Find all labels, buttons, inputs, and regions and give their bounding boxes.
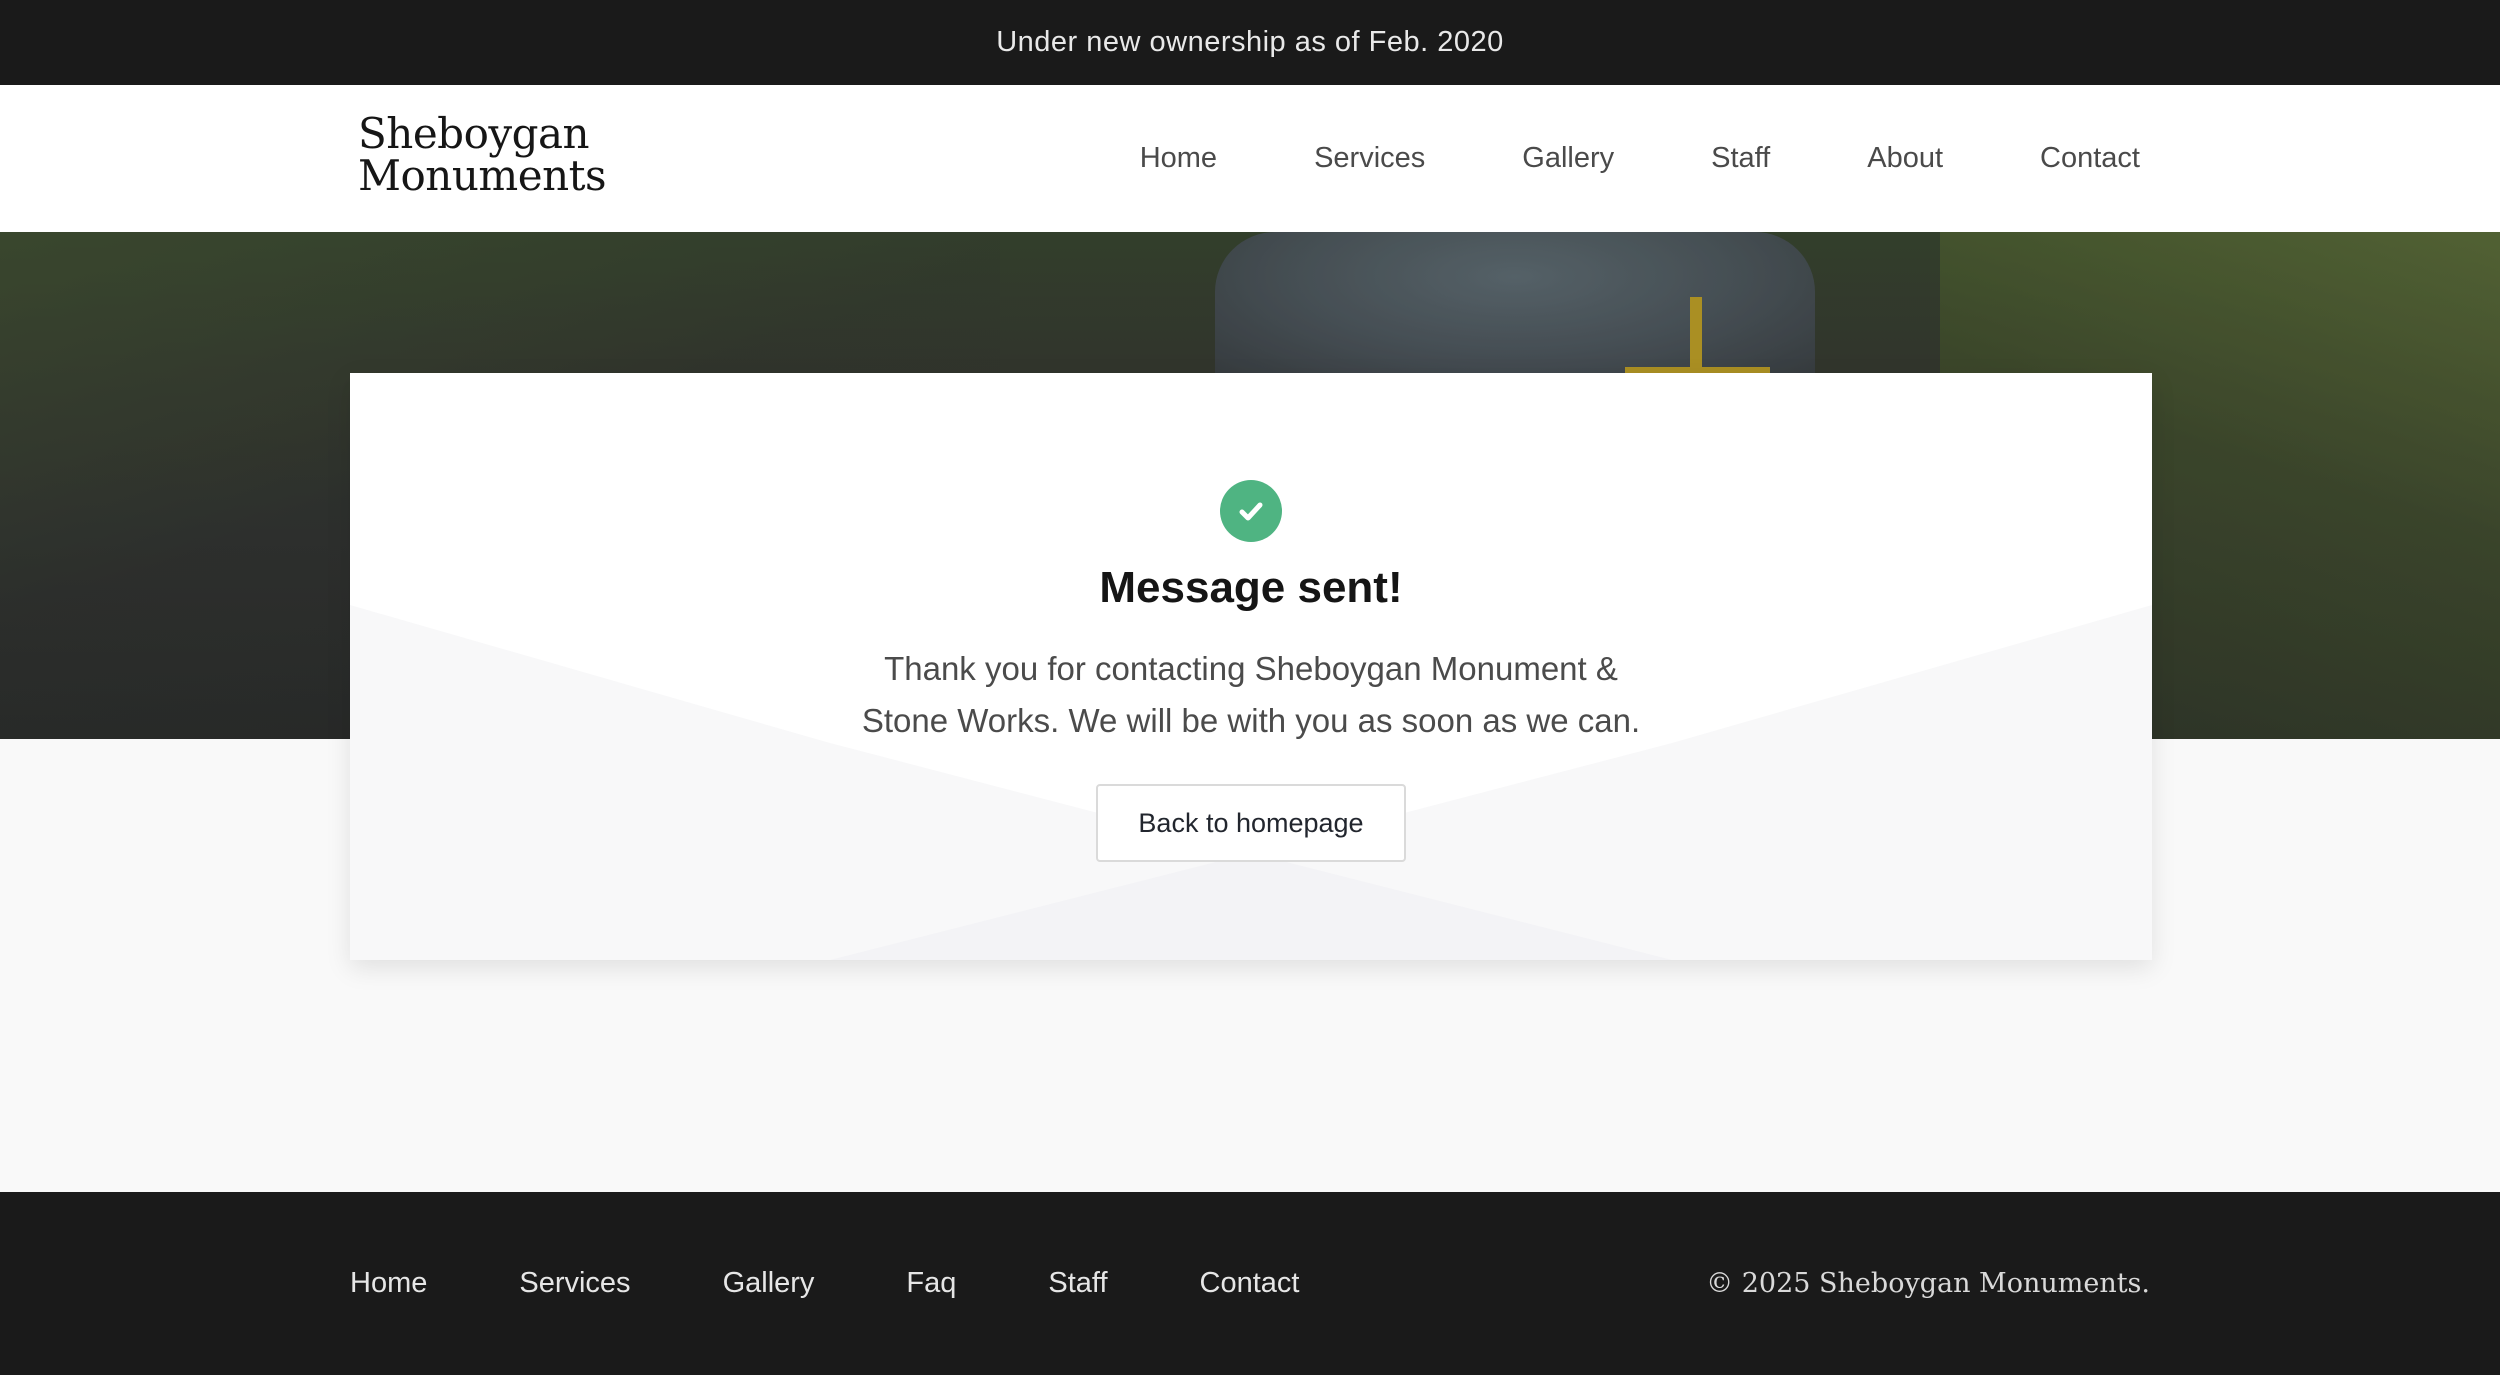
confirmation-message: Thank you for contacting Sheboygan Monum… (350, 643, 2152, 747)
footer-nav-gallery[interactable]: Gallery (723, 1267, 815, 1300)
announcement-bar: Under new ownership as of Feb. 2020 (0, 0, 2500, 85)
footer-nav-staff[interactable]: Staff (1048, 1267, 1107, 1300)
nav-staff[interactable]: Staff (1711, 142, 1770, 175)
announcement-text: Under new ownership as of Feb. 2020 (996, 26, 1504, 58)
confirmation-card: Message sent! Thank you for contacting S… (350, 373, 2152, 960)
site-footer: Home Services Gallery Faq Staff Contact … (0, 1192, 2500, 1375)
confirmation-title: Message sent! (1099, 563, 1403, 612)
nav-contact[interactable]: Contact (2040, 142, 2140, 175)
footer-nav-faq[interactable]: Faq (906, 1267, 956, 1300)
footer-copyright: © 2025 Sheboygan Monuments. (1706, 1268, 2150, 1299)
confirmation-message-line-1: Thank you for contacting Sheboygan Monum… (884, 650, 1618, 687)
nav-home[interactable]: Home (1140, 142, 1217, 175)
footer-nav-contact[interactable]: Contact (1200, 1267, 1300, 1300)
site-logo[interactable]: Sheboygan Monuments (358, 109, 607, 200)
logo-line-1: Sheboygan (358, 109, 590, 158)
site-header: Sheboygan Monuments Home Services Galler… (0, 85, 2500, 232)
check-circle-icon (1220, 480, 1282, 542)
logo-line-2: Monuments (358, 151, 607, 200)
main-nav: Home Services Gallery Staff About Contac… (1140, 85, 2140, 232)
nav-services[interactable]: Services (1314, 142, 1425, 175)
footer-nav-services[interactable]: Services (519, 1267, 630, 1300)
footer-nav: Home Services Gallery Faq Staff Contact (350, 1192, 1391, 1375)
nav-gallery[interactable]: Gallery (1522, 142, 1614, 175)
footer-nav-home[interactable]: Home (350, 1267, 427, 1300)
back-to-homepage-button[interactable]: Back to homepage (1096, 784, 1406, 862)
confirmation-message-line-2: Stone Works. We will be with you as soon… (861, 702, 1641, 739)
nav-about[interactable]: About (1867, 142, 1943, 175)
